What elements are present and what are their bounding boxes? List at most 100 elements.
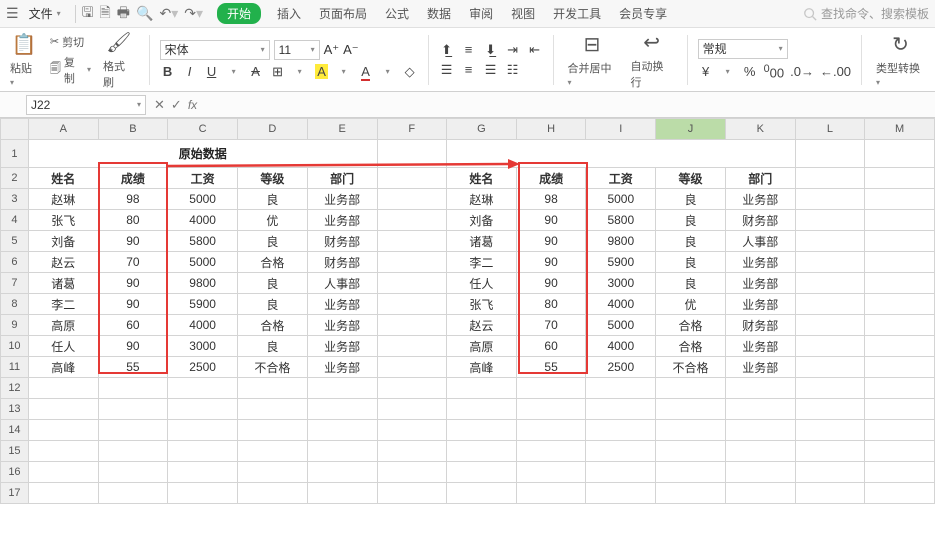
number-format-select[interactable]: 常规▾ [698, 39, 788, 59]
cell-C7[interactable]: 9800 [168, 273, 238, 294]
font-color-button[interactable]: A [358, 64, 374, 79]
col-header-G[interactable]: G [447, 119, 517, 140]
cell-A9[interactable]: 高原 [28, 315, 98, 336]
row-header-1[interactable]: 1 [1, 140, 29, 168]
cell-D15[interactable] [237, 441, 307, 462]
cell-E2[interactable]: 部门 [307, 168, 377, 189]
cell-C11[interactable]: 2500 [168, 357, 238, 378]
save-as-icon[interactable]: 🗎 [100, 2, 111, 26]
cell-K3[interactable]: 业务部 [725, 189, 795, 210]
row-header-7[interactable]: 7 [1, 273, 29, 294]
cell-G12[interactable] [447, 378, 517, 399]
cell-E5[interactable]: 财务部 [307, 231, 377, 252]
cell-J3[interactable]: 良 [656, 189, 726, 210]
cell-C6[interactable]: 5000 [168, 252, 238, 273]
wrap-text-button[interactable]: ↩ 自动换行 [626, 28, 676, 91]
cell-J2[interactable]: 等级 [656, 168, 726, 189]
cell-D4[interactable]: 优 [237, 210, 307, 231]
select-all-corner[interactable] [1, 119, 29, 140]
cell-M6[interactable] [865, 252, 935, 273]
cell-M10[interactable] [865, 336, 935, 357]
cell-M15[interactable] [865, 441, 935, 462]
cell-G9[interactable]: 赵云 [447, 315, 517, 336]
cell-M11[interactable] [865, 357, 935, 378]
cell-B14[interactable] [98, 420, 168, 441]
cell-J13[interactable] [656, 399, 726, 420]
cell-F1[interactable] [377, 140, 447, 168]
bold-button[interactable]: B [160, 64, 176, 79]
cell-L13[interactable] [795, 399, 865, 420]
cell-D6[interactable]: 合格 [237, 252, 307, 273]
col-header-F[interactable]: F [377, 119, 447, 140]
row-header-3[interactable]: 3 [1, 189, 29, 210]
format-painter-button[interactable]: 🖌 格式刷 [99, 28, 139, 91]
col-header-A[interactable]: A [28, 119, 98, 140]
cell-G13[interactable] [447, 399, 517, 420]
redo-icon[interactable]: ↷▾ [184, 5, 203, 22]
cell-K7[interactable]: 业务部 [725, 273, 795, 294]
cell-F9[interactable] [377, 315, 447, 336]
col-header-D[interactable]: D [237, 119, 307, 140]
cell-C14[interactable] [168, 420, 238, 441]
cell-C4[interactable]: 4000 [168, 210, 238, 231]
spreadsheet-grid[interactable]: ABCDEFGHIJKLM1原始数据SORT函数排序数据2姓名成绩工资等级部门姓… [0, 118, 935, 504]
cell-H13[interactable] [516, 399, 586, 420]
cell-L4[interactable] [795, 210, 865, 231]
decrease-font-icon[interactable]: A⁻ [343, 42, 359, 58]
cell-J11[interactable]: 不合格 [656, 357, 726, 378]
cell-J7[interactable]: 良 [656, 273, 726, 294]
cell-I14[interactable] [586, 420, 656, 441]
cell-L8[interactable] [795, 294, 865, 315]
cell-J6[interactable]: 良 [656, 252, 726, 273]
tab-data[interactable]: 数据 [425, 3, 453, 24]
cell-B10[interactable]: 90 [98, 336, 168, 357]
cell-L12[interactable] [795, 378, 865, 399]
cell-I13[interactable] [586, 399, 656, 420]
cell-K9[interactable]: 财务部 [725, 315, 795, 336]
cell-K2[interactable]: 部门 [725, 168, 795, 189]
cell-H3[interactable]: 98 [516, 189, 586, 210]
row-header-4[interactable]: 4 [1, 210, 29, 231]
cell-C10[interactable]: 3000 [168, 336, 238, 357]
cell-L6[interactable] [795, 252, 865, 273]
cell-B11[interactable]: 55 [98, 357, 168, 378]
cell-L7[interactable] [795, 273, 865, 294]
cell-J16[interactable] [656, 462, 726, 483]
cell-H10[interactable]: 60 [516, 336, 586, 357]
fx-label[interactable]: fx [188, 98, 197, 112]
cell-M4[interactable] [865, 210, 935, 231]
cell-F11[interactable] [377, 357, 447, 378]
type-convert-button[interactable]: ↻ 类型转换 ▾ [872, 28, 929, 91]
cell-G1[interactable]: SORT函数排序数据 [447, 140, 796, 168]
col-header-B[interactable]: B [98, 119, 168, 140]
cell-K8[interactable]: 业务部 [725, 294, 795, 315]
cell-K12[interactable] [725, 378, 795, 399]
cell-H11[interactable]: 55 [516, 357, 586, 378]
cell-B16[interactable] [98, 462, 168, 483]
cell-D3[interactable]: 良 [237, 189, 307, 210]
tab-layout[interactable]: 页面布局 [317, 3, 369, 24]
cell-H4[interactable]: 90 [516, 210, 586, 231]
cell-I11[interactable]: 2500 [586, 357, 656, 378]
cell-A12[interactable] [28, 378, 98, 399]
italic-button[interactable]: I [182, 64, 198, 79]
currency-icon[interactable]: ¥ [698, 64, 714, 79]
strike-button[interactable]: A [248, 64, 264, 79]
cell-K6[interactable]: 业务部 [725, 252, 795, 273]
cell-A1[interactable]: 原始数据 [28, 140, 377, 168]
cell-A8[interactable]: 李二 [28, 294, 98, 315]
row-header-2[interactable]: 2 [1, 168, 29, 189]
cell-I17[interactable] [586, 483, 656, 504]
cell-E7[interactable]: 人事部 [307, 273, 377, 294]
cell-A14[interactable] [28, 420, 98, 441]
cell-M2[interactable] [865, 168, 935, 189]
cell-D11[interactable]: 不合格 [237, 357, 307, 378]
percent-icon[interactable]: % [742, 64, 758, 79]
cell-K14[interactable] [725, 420, 795, 441]
font-select[interactable]: 宋体▾ [160, 40, 270, 60]
cell-K5[interactable]: 人事部 [725, 231, 795, 252]
cell-B2[interactable]: 成绩 [98, 168, 168, 189]
cell-E16[interactable] [307, 462, 377, 483]
undo-icon[interactable]: ↶▾ [159, 5, 178, 22]
cell-E12[interactable] [307, 378, 377, 399]
